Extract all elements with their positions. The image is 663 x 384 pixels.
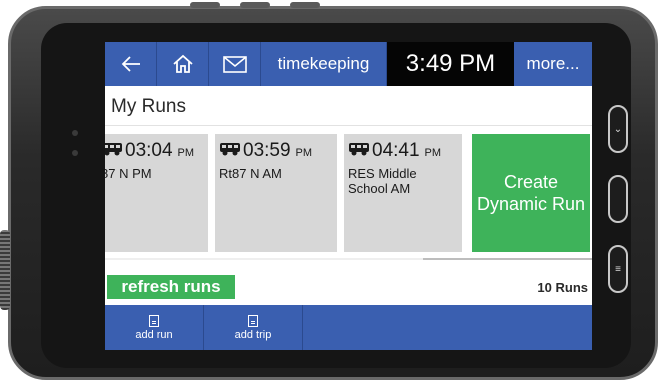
clock-display: 3:49 PM bbox=[387, 42, 514, 86]
clock-time: 3:49 PM bbox=[405, 50, 496, 77]
document-icon bbox=[248, 314, 258, 327]
bus-icon bbox=[220, 143, 240, 156]
run-count: 10 Runs bbox=[537, 280, 588, 295]
top-nav-bar: timekeeping 3:49 PM more... bbox=[105, 42, 592, 86]
more-button[interactable]: more... bbox=[514, 42, 592, 86]
add-trip-button[interactable]: add trip bbox=[204, 305, 303, 350]
messages-button[interactable] bbox=[209, 42, 261, 86]
mail-icon bbox=[222, 55, 247, 73]
run-name: RES Middle School AM bbox=[348, 166, 417, 196]
add-run-label: add run bbox=[135, 328, 173, 341]
create-dynamic-run-button[interactable]: Create Dynamic Run bbox=[472, 134, 590, 252]
run-ampm: PM bbox=[295, 147, 313, 159]
run-time-value: 03:04 bbox=[125, 140, 173, 161]
divider bbox=[105, 125, 592, 126]
timekeeping-button[interactable]: timekeeping bbox=[261, 42, 387, 86]
hardware-home-button[interactable] bbox=[608, 175, 628, 223]
top-button bbox=[190, 2, 220, 8]
page-title: My Runs bbox=[111, 96, 186, 117]
hardware-menu-button[interactable]: ≡ bbox=[608, 245, 628, 293]
run-card[interactable]: 03:04 PM 87 N PM bbox=[105, 134, 208, 252]
back-arrow-icon bbox=[121, 56, 140, 72]
hardware-back-button[interactable]: ⌄ bbox=[608, 105, 628, 153]
create-dynamic-run-label: Create Dynamic Run bbox=[476, 172, 586, 214]
add-run-button[interactable]: add run bbox=[105, 305, 204, 350]
home-icon bbox=[172, 54, 193, 73]
sensor-dot bbox=[72, 150, 78, 156]
run-ampm: PM bbox=[424, 147, 442, 159]
run-time: 04:41 PM bbox=[348, 140, 441, 162]
bottom-action-bar: add run add trip bbox=[105, 305, 592, 350]
app-screen: timekeeping 3:49 PM more... My Runs 03:0… bbox=[105, 42, 592, 350]
bus-icon bbox=[349, 143, 369, 156]
run-time: 03:59 PM bbox=[219, 140, 312, 162]
top-button bbox=[290, 2, 320, 8]
more-label: more... bbox=[526, 54, 580, 73]
run-card[interactable]: 04:41 PM RES Middle School AM bbox=[344, 134, 462, 252]
run-time: 03:04 PM bbox=[105, 140, 194, 162]
document-icon bbox=[149, 314, 159, 327]
run-time-value: 04:41 bbox=[372, 140, 420, 161]
sensor-dot bbox=[72, 130, 78, 136]
horizontal-scroll-thumb[interactable] bbox=[423, 258, 592, 260]
side-grip bbox=[0, 230, 10, 310]
run-name: Rt87 N AM bbox=[219, 166, 282, 181]
bus-icon bbox=[105, 143, 122, 156]
run-time-value: 03:59 bbox=[243, 140, 291, 161]
add-trip-label: add trip bbox=[234, 328, 272, 341]
back-button[interactable] bbox=[105, 42, 157, 86]
top-button bbox=[240, 2, 270, 8]
run-ampm: PM bbox=[177, 147, 195, 159]
home-button[interactable] bbox=[157, 42, 209, 86]
run-name: 87 N PM bbox=[105, 166, 152, 181]
refresh-runs-button[interactable]: refresh runs bbox=[107, 275, 235, 299]
timekeeping-label: timekeeping bbox=[277, 54, 370, 73]
run-card[interactable]: 03:59 PM Rt87 N AM bbox=[215, 134, 337, 252]
refresh-runs-label: refresh runs bbox=[121, 277, 221, 296]
